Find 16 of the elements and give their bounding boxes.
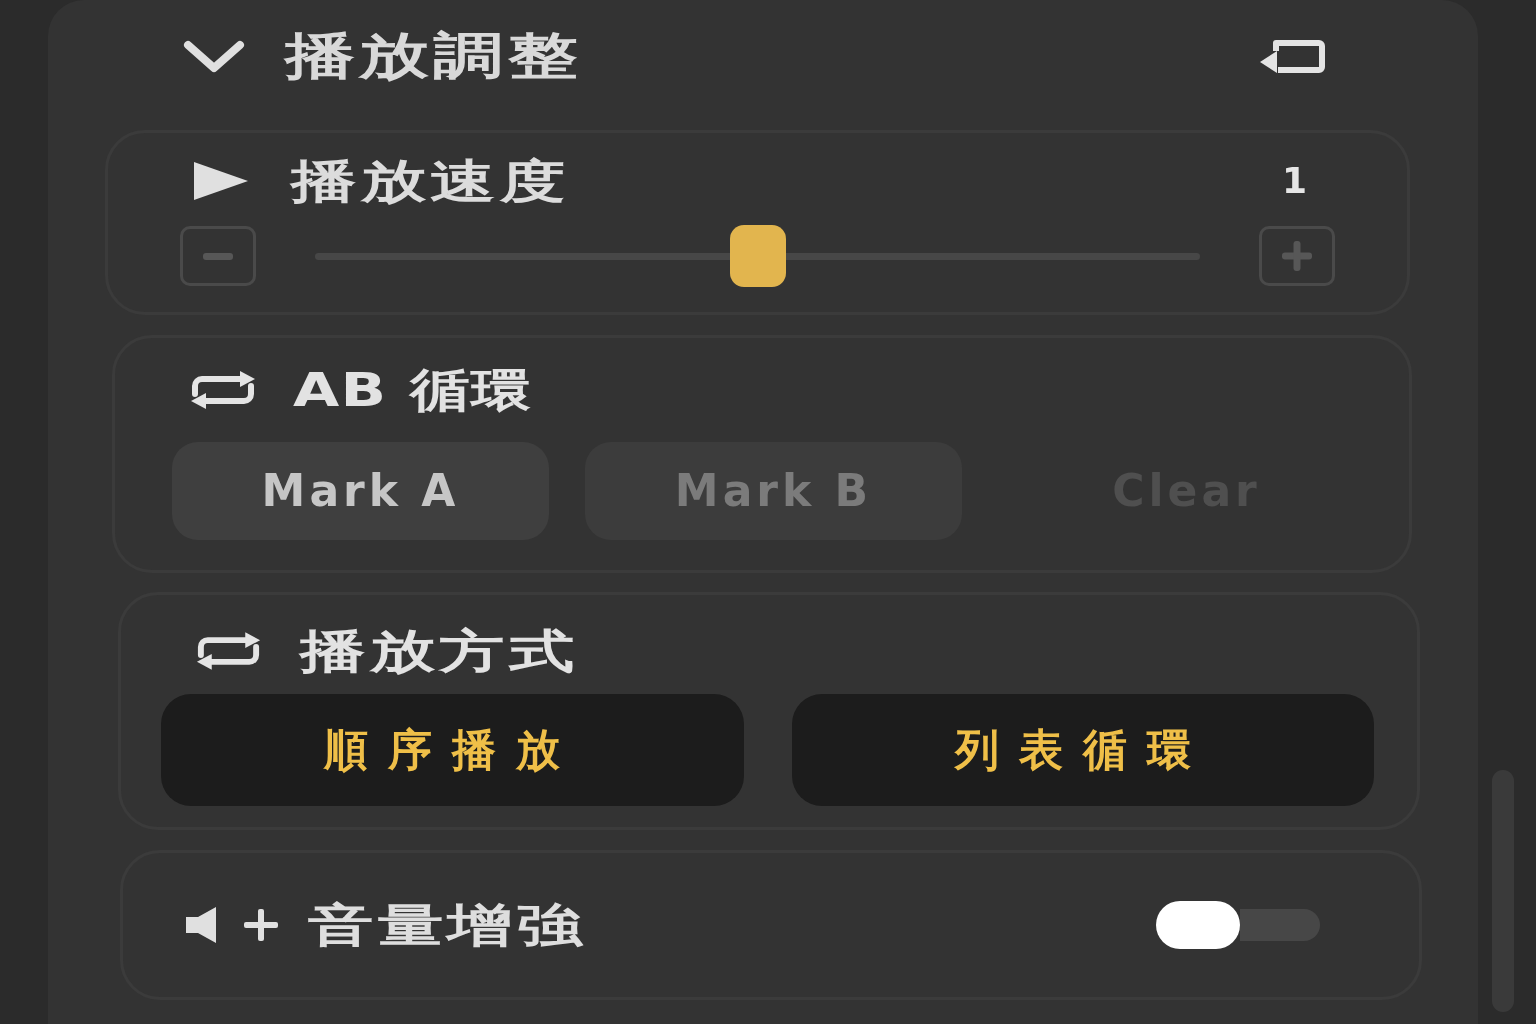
- speaker-plus-icon: [186, 905, 280, 945]
- minus-icon: [203, 252, 233, 260]
- volume-boost-title: 音量增強: [308, 902, 587, 948]
- volume-boost-switch[interactable]: [1156, 901, 1320, 949]
- section-title: 播放調整: [285, 31, 582, 81]
- speed-value: 1: [1281, 163, 1307, 199]
- play-mode-option[interactable]: 列表循環: [791, 694, 1374, 806]
- slider-thumb[interactable]: [729, 225, 786, 287]
- plus-icon: [1282, 241, 1312, 271]
- play-mode-option[interactable]: 順序播放: [161, 694, 744, 806]
- ab-loop-title: AB 循環: [293, 367, 532, 413]
- play-mode-title: 播放方式: [300, 628, 579, 674]
- play-icon: [194, 162, 248, 200]
- speed-title: 播放速度: [291, 158, 570, 204]
- chevron-icon[interactable]: [183, 38, 245, 74]
- ab-loop-button[interactable]: Mark A: [172, 442, 549, 540]
